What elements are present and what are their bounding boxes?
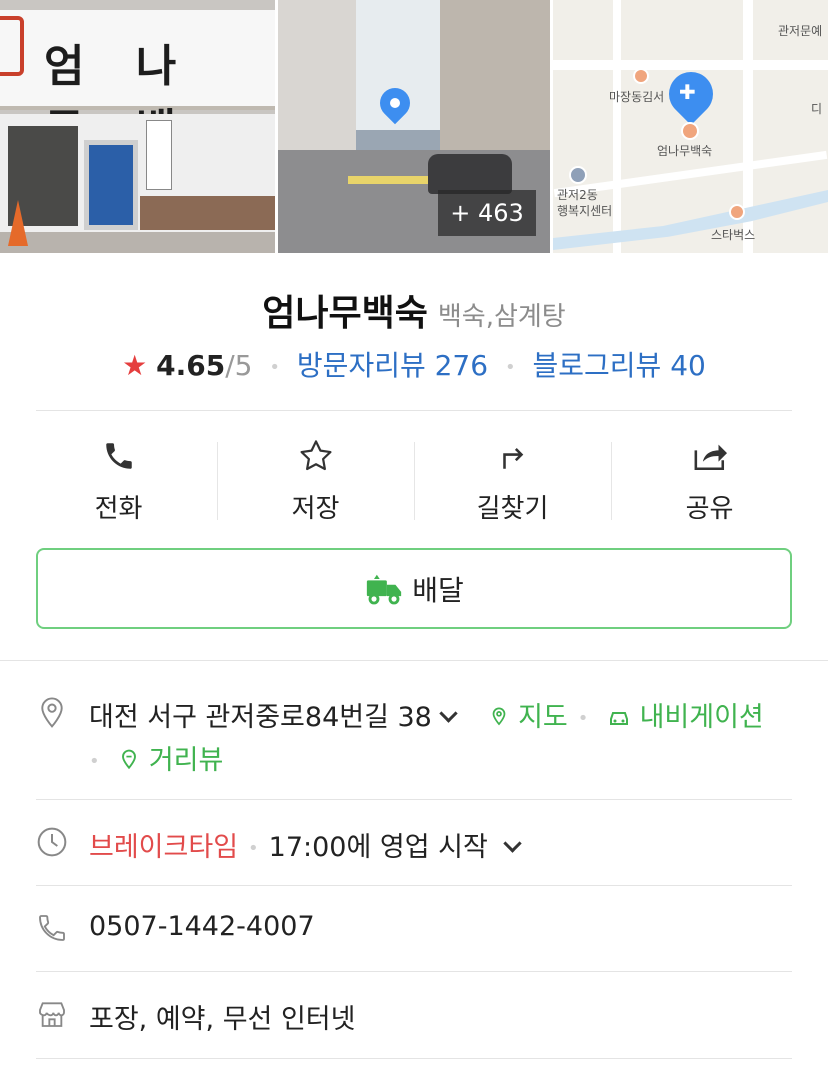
map-label: 스타벅스 — [711, 228, 756, 242]
save-label: 저장 — [291, 494, 340, 524]
action-bar: 전화 저장 길찾기 공유 — [20, 432, 808, 524]
roadview-pin-icon — [122, 749, 137, 770]
office-poi-icon — [569, 166, 587, 184]
blog-review-link[interactable]: 블로그리뷰 40 — [533, 349, 706, 382]
directions-label: 길찾기 — [476, 494, 549, 524]
rating-row: ★ 4.65/5 • 방문자리뷰 276 • 블로그리뷰 40 — [122, 349, 706, 382]
visitor-review-link[interactable]: 방문자리뷰 276 — [297, 349, 488, 382]
map-label: 디 — [811, 102, 823, 116]
location-pin-icon — [493, 707, 506, 726]
star-outline-icon — [299, 440, 332, 471]
map-label: 행복지센터 — [557, 204, 613, 218]
directions-icon — [502, 448, 523, 469]
amenities-text: 포장, 예약, 무선 인터넷 — [89, 1004, 356, 1035]
traffic-cone — [8, 200, 28, 246]
place-category: 백숙,삼계탕 — [437, 302, 566, 332]
store-icon — [36, 998, 68, 1030]
divider — [36, 410, 792, 411]
hours-detail: 17:00에 영업 시작 — [268, 832, 488, 863]
photo-count-badge[interactable]: + 463 — [438, 190, 536, 236]
address-text: 대전 서구 관저중로84번길 38 — [89, 702, 432, 733]
parked-car — [428, 154, 512, 194]
chevron-down-icon[interactable] — [439, 704, 458, 723]
star-icon: ★ — [122, 349, 148, 382]
roadview-link[interactable]: 거리뷰 — [110, 745, 223, 776]
location-icon — [36, 697, 68, 729]
clock-icon — [36, 826, 68, 858]
delivery-label: 배달 — [412, 573, 464, 607]
cafe-poi-icon — [729, 204, 745, 220]
storefront-door — [84, 140, 138, 230]
photo-strip[interactable]: 엄 나 무 백 + 463 마장동김서 관저문예 디 ✚ 엄나무백숙 관저2동 … — [0, 0, 828, 253]
section-divider — [0, 660, 828, 661]
divider — [36, 1058, 792, 1059]
storefront-logo — [0, 16, 24, 76]
map-thumbnail[interactable]: 마장동김서 관저문예 디 ✚ 엄나무백숙 관저2동 행복지센터 스타벅스 — [553, 0, 828, 253]
place-name: 엄나무백숙 — [262, 293, 428, 334]
phone-number[interactable]: 0507-1442-4007 — [89, 911, 315, 942]
map-label: 마장동김서 — [609, 90, 665, 104]
divider — [36, 971, 792, 972]
call-label: 전화 — [94, 494, 143, 524]
share-button[interactable]: 공유 — [611, 432, 808, 524]
navigation-car-icon — [609, 712, 628, 725]
restaurant-poi-icon — [633, 68, 649, 84]
map-label: 관저2동 — [557, 188, 598, 202]
map-label-place: 엄나무백숙 — [657, 144, 713, 158]
divider — [36, 799, 792, 800]
rating-value: 4.65 — [156, 349, 226, 382]
storefront-photo[interactable]: 엄 나 무 백 — [0, 0, 275, 253]
phone-outline-icon — [36, 912, 68, 944]
save-button[interactable]: 저장 — [217, 432, 414, 524]
call-button[interactable]: 전화 — [20, 432, 217, 524]
street-view-photo[interactable]: + 463 — [278, 0, 550, 253]
rating-max: /5 — [225, 349, 253, 382]
phone-icon — [105, 443, 132, 469]
map-link[interactable]: 지도 — [489, 702, 568, 733]
hours-row[interactable]: 브레이크타임 • 17:00에 영업 시작 — [89, 825, 522, 864]
place-header: 엄나무백숙 백숙,삼계탕 — [0, 284, 828, 336]
share-icon — [694, 444, 727, 471]
directions-button[interactable]: 길찾기 — [414, 432, 611, 524]
chevron-down-icon[interactable] — [503, 834, 522, 853]
address-row: 대전 서구 관저중로84번길 38 지도 • 내비게이션 — [89, 702, 764, 733]
navigation-link[interactable]: 내비게이션 — [598, 702, 764, 733]
delivery-truck-icon — [367, 574, 402, 604]
delivery-button[interactable]: 배달 — [36, 548, 792, 629]
share-label: 공유 — [685, 494, 734, 524]
roadview-row: • 거리뷰 — [89, 745, 224, 776]
fork-knife-icon: ✚ — [679, 80, 696, 104]
hours-status: 브레이크타임 — [89, 832, 239, 863]
map-label: 관저문예 — [778, 24, 823, 38]
divider — [36, 885, 792, 886]
